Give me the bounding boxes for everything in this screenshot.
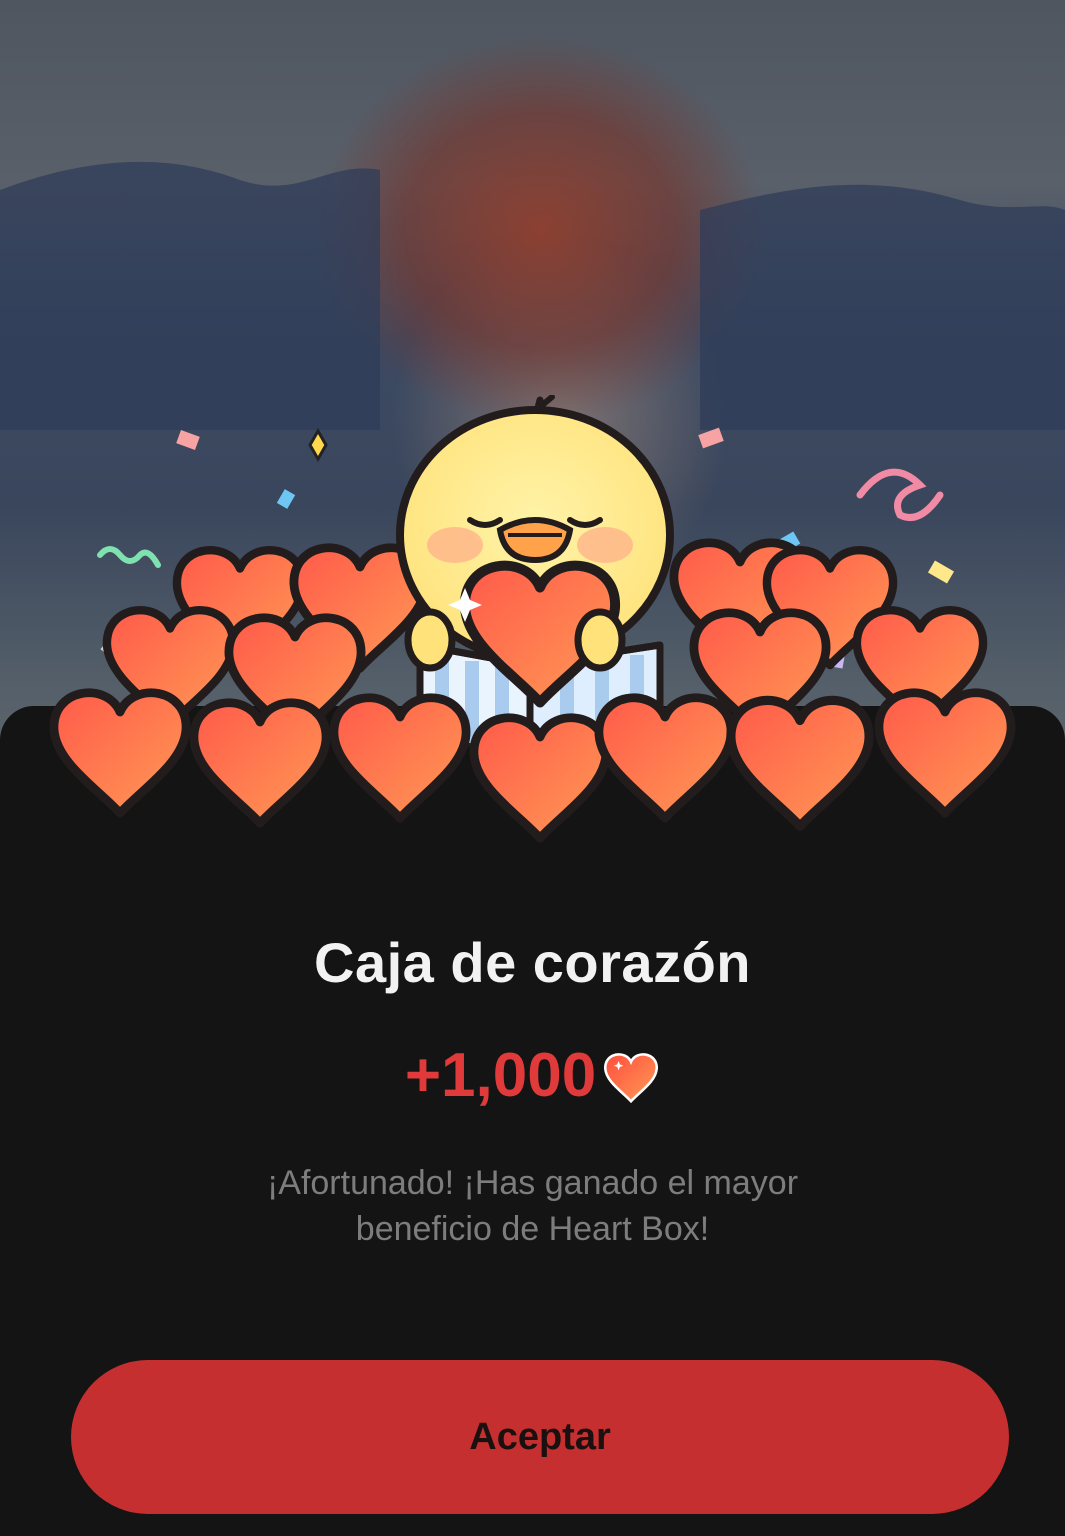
reward-message: ¡Afortunado! ¡Has ganado el mayor benefi… [266,1164,799,1248]
accept-button[interactable]: Aceptar [71,1360,1009,1514]
dialog-title: Caja de corazón [314,931,751,994]
heart-icon [604,1052,659,1103]
reward-row: +1,000 [0,1040,1065,1111]
reward-amount: +1,000 [404,1041,597,1110]
heart-box-illustration [40,395,1040,875]
background-mountains [0,161,1065,430]
